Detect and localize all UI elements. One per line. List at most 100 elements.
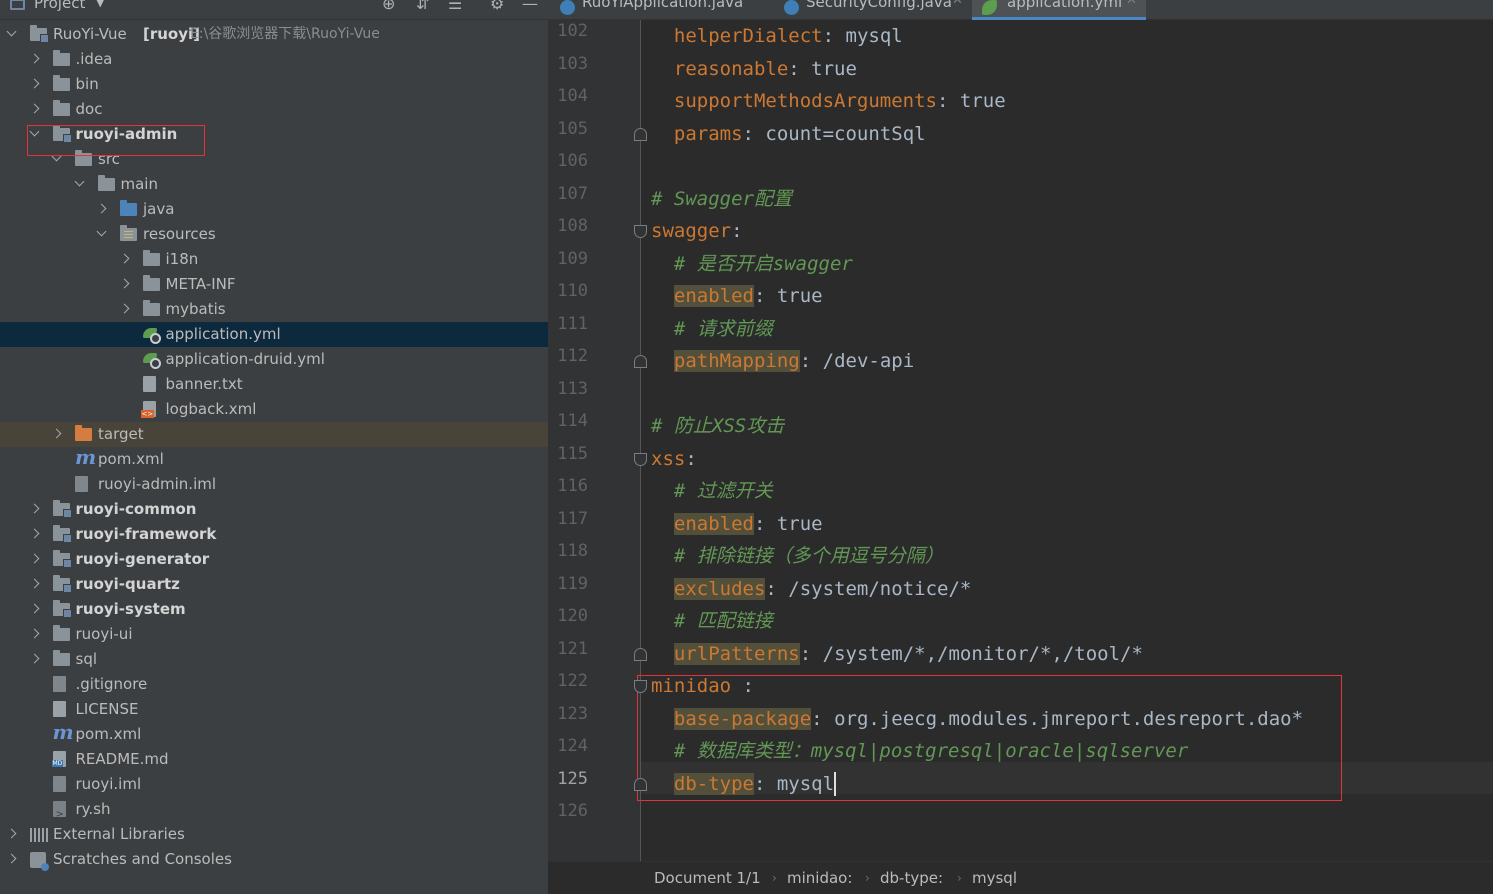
code-line[interactable]: base-package: org.jeecg.modules.jmreport… (651, 703, 1303, 735)
chevron-right-icon[interactable] (29, 103, 39, 114)
chevron-down-icon[interactable] (96, 226, 107, 237)
chevron-right-icon[interactable] (29, 78, 39, 89)
fold-marker-icon[interactable] (634, 355, 647, 368)
tree-folder-doc[interactable]: doc (0, 97, 548, 122)
code-editor[interactable]: 102 103 104 105 106 107 108 109 110 111 112 113 114 1… (548, 20, 1493, 861)
tree-scratches-and-consoles[interactable]: Scratches and Consoles (0, 847, 548, 872)
hide-panel-icon[interactable]: — (522, 0, 538, 13)
chevron-down-icon[interactable] (51, 151, 62, 162)
fold-marker-icon[interactable] (634, 225, 647, 238)
chevron-right-icon[interactable] (29, 553, 39, 564)
code-line[interactable]: urlPatterns: /system/*,/monitor/*,/tool/… (651, 638, 1143, 670)
breadcrumb-document[interactable]: Document 1/1 (654, 862, 761, 894)
tree-file-logback-xml[interactable]: logback.xml (0, 397, 548, 422)
tree-folder-main[interactable]: main (0, 172, 548, 197)
tree-module-ruoyi-admin[interactable]: ruoyi-admin (0, 122, 548, 147)
tree-folder-i18n[interactable]: i18n (0, 247, 548, 272)
breadcrumb-db-type[interactable]: db-type: (880, 862, 943, 894)
tab-ruoyi-application[interactable]: RuoYiApplication.java (560, 0, 780, 20)
fold-marker-icon[interactable] (634, 777, 647, 791)
breadcrumb-minidao[interactable]: minidao: (787, 862, 852, 894)
tree-module-ruoyi-system[interactable]: ruoyi-system (0, 597, 548, 622)
code-line[interactable]: swagger: (651, 215, 743, 247)
tree-file-readme-md[interactable]: README.md (0, 747, 548, 772)
chevron-right-icon[interactable] (119, 253, 129, 264)
tree-file-gitignore[interactable]: .gitignore (0, 672, 548, 697)
locate-file-icon[interactable]: ⊕ (382, 0, 395, 13)
fold-marker-icon[interactable] (634, 680, 647, 693)
tree-module-ruoyi-common[interactable]: ruoyi-common (0, 497, 548, 522)
tree-module-ruoyi-quartz[interactable]: ruoyi-quartz (0, 572, 548, 597)
tree-file-pom-xml-admin[interactable]: m pom.xml (0, 445, 548, 472)
tree-external-libraries[interactable]: External Libraries (0, 822, 548, 847)
code-line[interactable]: minidao : (651, 670, 754, 702)
chevron-down-icon[interactable] (74, 176, 84, 187)
chevron-down-icon[interactable]: ▼ (96, 0, 104, 9)
fold-marker-icon[interactable] (634, 452, 647, 466)
collapse-all-icon[interactable]: ☰ (448, 0, 462, 13)
tree-folder-target[interactable]: target (0, 422, 548, 447)
tab-security-config[interactable]: SecurityConfig.java ✕ (784, 0, 974, 20)
tree-folder-meta-inf[interactable]: META-INF (0, 272, 548, 297)
gear-icon[interactable]: ⚙ (490, 0, 504, 13)
tree-folder-idea[interactable]: .idea (0, 47, 548, 72)
chevron-right-icon[interactable] (29, 528, 39, 539)
project-view-selector[interactable]: Project (34, 0, 85, 12)
code-line[interactable]: enabled: true (651, 280, 823, 312)
code-line[interactable]: # 数据库类型：mysql|postgresql|oracle|sqlserve… (651, 735, 1188, 767)
code-line[interactable]: # 排除链接（多个用逗号分隔） (651, 540, 944, 572)
tree-root-ruoyi-vue[interactable]: RuoYi-Vue [ruoyi] E:\谷歌浏览器下载\RuoYi-Vue (0, 22, 548, 47)
fold-marker-icon[interactable] (634, 127, 647, 141)
chevron-right-icon[interactable] (96, 203, 107, 214)
tab-application-yml[interactable]: application.yml ✕ (972, 0, 1146, 20)
breadcrumb-value[interactable]: mysql (972, 862, 1017, 894)
tree-folder-sql[interactable]: sql (0, 647, 548, 672)
chevron-right-icon[interactable] (29, 578, 39, 589)
chevron-right-icon[interactable] (6, 828, 17, 839)
tree-folder-ruoyi-ui[interactable]: ruoyi-ui (0, 622, 548, 647)
expand-all-icon[interactable]: ⇵ (416, 0, 429, 13)
tree-file-pom-xml-root[interactable]: m pom.xml (0, 720, 548, 747)
code-line[interactable]: # 过滤开关 (651, 475, 773, 507)
chevron-right-icon[interactable] (119, 303, 129, 314)
chevron-right-icon[interactable] (29, 653, 39, 664)
code-line[interactable]: helperDialect: mysql (651, 20, 903, 52)
chevron-right-icon[interactable] (29, 53, 39, 64)
tree-file-banner-txt[interactable]: banner.txt (0, 372, 548, 397)
tree-file-application-druid-yml[interactable]: application-druid.yml (0, 347, 548, 372)
code-line[interactable]: pathMapping: /dev-api (651, 345, 914, 377)
chevron-down-icon[interactable] (6, 26, 17, 37)
code-line[interactable]: xss: (651, 443, 697, 475)
code-line[interactable]: excludes: /system/notice/* (651, 573, 971, 605)
tree-module-ruoyi-generator[interactable]: ruoyi-generator (0, 547, 548, 572)
chevron-right-icon[interactable] (6, 853, 17, 864)
code-line[interactable]: enabled: true (651, 508, 823, 540)
chevron-right-icon[interactable] (51, 428, 62, 439)
code-line[interactable]: # 防止XSS攻击 (651, 410, 784, 442)
chevron-right-icon[interactable] (29, 628, 39, 639)
tree-folder-java[interactable]: java (0, 197, 548, 222)
tree-folder-resources[interactable]: resources (0, 222, 548, 247)
chevron-down-icon[interactable] (29, 126, 39, 137)
code-line[interactable]: # 请求前缀 (651, 313, 773, 345)
chevron-right-icon[interactable] (119, 278, 129, 289)
close-icon[interactable]: ✕ (952, 0, 963, 7)
code-line[interactable]: params: count=countSql (651, 118, 926, 150)
fold-marker-icon[interactable] (634, 647, 647, 661)
tree-file-ruoyi-iml[interactable]: ruoyi.iml (0, 772, 548, 797)
code-line[interactable]: # 是否开启swagger (651, 248, 853, 280)
code-line[interactable]: db-type: mysql (651, 768, 837, 800)
tree-file-ruoyi-admin-iml[interactable]: ruoyi-admin.iml (0, 472, 548, 497)
tree-folder-bin[interactable]: bin (0, 72, 548, 97)
tree-module-ruoyi-framework[interactable]: ruoyi-framework (0, 522, 548, 547)
tree-file-application-yml[interactable]: application.yml (0, 322, 548, 347)
tree-folder-src[interactable]: src (0, 147, 548, 172)
tree-file-ry-sh[interactable]: ry.sh (0, 797, 548, 827)
chevron-right-icon[interactable] (29, 503, 39, 514)
code-line[interactable]: supportMethodsArguments: true (651, 85, 1006, 117)
tree-file-license[interactable]: LICENSE (0, 697, 548, 722)
close-icon[interactable]: ✕ (1126, 0, 1137, 7)
code-line[interactable]: # 匹配链接 (651, 605, 773, 637)
tree-folder-mybatis[interactable]: mybatis (0, 297, 548, 322)
code-line[interactable]: reasonable: true (651, 53, 857, 85)
